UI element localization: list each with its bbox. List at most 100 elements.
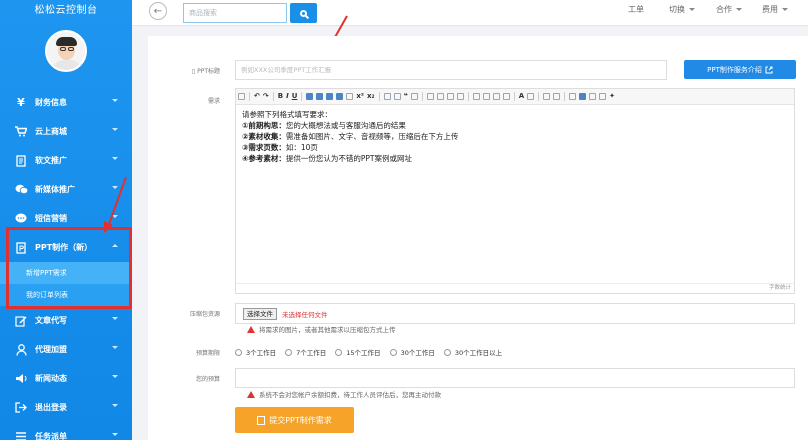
highlight-box [6, 227, 132, 309]
budget-input[interactable] [235, 368, 795, 388]
sidebar-item-tasks[interactable]: 任务派单 [0, 422, 132, 440]
quote-icon[interactable]: ❝ [404, 93, 408, 100]
font-color-icon[interactable]: A [519, 93, 524, 100]
editor-line: 请参照下列格式填写要求： [242, 110, 332, 119]
submit-button[interactable]: 提交PPT制作需求 [235, 407, 354, 433]
upload-label: 压缩包资源 [189, 311, 220, 318]
deadline-option-7[interactable]: 7个工作日 [285, 347, 326, 357]
user-icon [14, 343, 28, 357]
deadline-label: 预算期限 [195, 350, 220, 357]
anchor-icon[interactable] [553, 93, 561, 100]
outdent-icon[interactable] [456, 93, 464, 100]
table-icon[interactable] [326, 93, 334, 100]
nav-fees[interactable]: 费用 [762, 0, 788, 18]
ordered-list-icon[interactable] [426, 93, 434, 100]
sidebar-item-label: 新闻动态 [35, 374, 67, 383]
unordered-list-icon[interactable] [436, 93, 444, 100]
sidebar-item-label: 退出登录 [35, 403, 67, 412]
sidebar-item-label: 短信营销 [35, 214, 67, 223]
ppt-service-intro-button[interactable]: PPT制作服务介绍 [684, 60, 796, 79]
clear-format-icon[interactable] [393, 93, 401, 100]
deadline-option-3[interactable]: 3个工作日 [235, 347, 276, 357]
brand-title: 松松云控制台 [34, 5, 98, 16]
document-icon: ▯ [191, 68, 196, 75]
rich-text-editor[interactable]: ↶ ↷ B I U x² x₂ ❝ A ✦ 请参照下列格式填写要求： ①前期构思… [235, 88, 795, 294]
indent-icon[interactable] [446, 93, 454, 100]
chevron-down-icon [689, 7, 695, 11]
sidebar-item-label: 文章代写 [35, 316, 67, 325]
sidebar-item-finance[interactable]: ¥ 财务信息 [0, 88, 132, 117]
background-color-icon[interactable] [527, 93, 535, 100]
nav-switch[interactable]: 切换 [669, 0, 695, 18]
sidebar-item-news[interactable]: 新闻动态 [0, 364, 132, 393]
sidebar-item-label: 软文推广 [35, 156, 67, 165]
topbar: ← 商品搜索 工单 切换 合作 费用 [132, 0, 808, 26]
sidebar-item-softarticle[interactable]: 软文推广 [0, 146, 132, 175]
undo-icon[interactable]: ↶ [254, 93, 260, 100]
sidebar-item-label: 云上商城 [35, 127, 67, 136]
format-brush-icon[interactable] [383, 93, 391, 100]
nav-cooperation[interactable]: 合作 [716, 0, 742, 18]
speaker-icon [14, 372, 28, 386]
italic-icon[interactable]: I [286, 93, 289, 100]
chevron-down-icon [112, 346, 118, 349]
logout-icon [14, 401, 28, 415]
wechat-icon [14, 183, 28, 197]
deadline-radio-group: 3个工作日 7个工作日 15个工作日 30个工作日 30个工作日以上 [235, 347, 511, 357]
source-icon[interactable] [238, 93, 245, 100]
deadline-option-30[interactable]: 30个工作日 [389, 347, 435, 357]
avatar[interactable] [45, 30, 87, 72]
subscript-icon[interactable]: x₂ [367, 93, 375, 100]
fullscreen-icon[interactable] [569, 93, 577, 100]
search-input[interactable]: 商品搜索 [183, 3, 287, 23]
image-icon[interactable] [306, 93, 314, 100]
search-button[interactable] [290, 3, 317, 23]
arrow-left-icon: ← [153, 5, 163, 17]
nav-workorder[interactable]: 工单 [628, 0, 644, 18]
paste-icon[interactable] [346, 93, 354, 100]
deadline-option-15[interactable]: 15个工作日 [335, 347, 381, 357]
redo-icon[interactable]: ↷ [263, 93, 269, 100]
document-icon [14, 154, 28, 168]
sidebar-item-label: 代理加盟 [35, 345, 67, 354]
align-left-icon[interactable] [472, 93, 480, 100]
underline-icon[interactable]: U [292, 93, 298, 100]
sidebar-item-agent[interactable]: 代理加盟 [0, 335, 132, 364]
warning-icon [247, 390, 255, 398]
preview-icon[interactable] [599, 93, 607, 100]
align-justify-icon[interactable] [502, 93, 510, 100]
upload-tip: 将需求的图片，或者其他需求以压缩包方式上传 [247, 324, 396, 334]
magic-icon[interactable]: ✦ [609, 93, 615, 100]
code-icon[interactable] [410, 93, 418, 100]
editor-line: ①前期构思：您的大概想法或与客服沟通后的结果 [242, 121, 406, 130]
chevron-down-icon [112, 99, 118, 102]
file-status: 未选择任何文件 [282, 311, 328, 319]
file-upload: 选择文件 未选择任何文件 [235, 303, 795, 324]
cart-icon [14, 125, 28, 139]
warning-icon [247, 325, 255, 333]
bold-icon[interactable]: B [278, 93, 283, 100]
insert-table-icon[interactable] [579, 93, 587, 100]
yen-icon: ¥ [17, 96, 25, 109]
sidebar-item-mall[interactable]: 云上商城 [0, 117, 132, 146]
horizontal-rule-icon[interactable] [543, 93, 551, 100]
editor-content[interactable]: 请参照下列格式填写要求： ①前期构思：您的大概想法或与客服沟通后的结果 ②素材收… [236, 105, 794, 168]
sidebar-item-logout[interactable]: 退出登录 [0, 393, 132, 422]
video-icon[interactable] [316, 93, 324, 100]
sidebar-item-label: 任务派单 [35, 432, 67, 440]
back-button[interactable]: ← [149, 2, 167, 20]
title-input[interactable]: 例如XXX公司季度PPT工作汇报 [235, 60, 667, 80]
chevron-down-icon [112, 433, 118, 436]
link-icon[interactable] [336, 93, 344, 100]
align-right-icon[interactable] [492, 93, 500, 100]
budget-label: 您的预算 [195, 376, 220, 383]
emoji-icon[interactable] [589, 93, 597, 100]
chevron-down-icon [736, 7, 742, 11]
chevron-down-icon [112, 317, 118, 320]
align-center-icon[interactable] [482, 93, 490, 100]
sidebar-item-writing[interactable]: 文章代写 [0, 306, 132, 335]
budget-tip: 系统不会对您帐户余额扣费，待工作人员评估后，您再主动付款 [247, 389, 441, 399]
choose-file-button[interactable]: 选择文件 [243, 308, 277, 320]
deadline-option-30-plus[interactable]: 30个工作日以上 [443, 347, 502, 357]
superscript-icon[interactable]: x² [356, 93, 364, 100]
